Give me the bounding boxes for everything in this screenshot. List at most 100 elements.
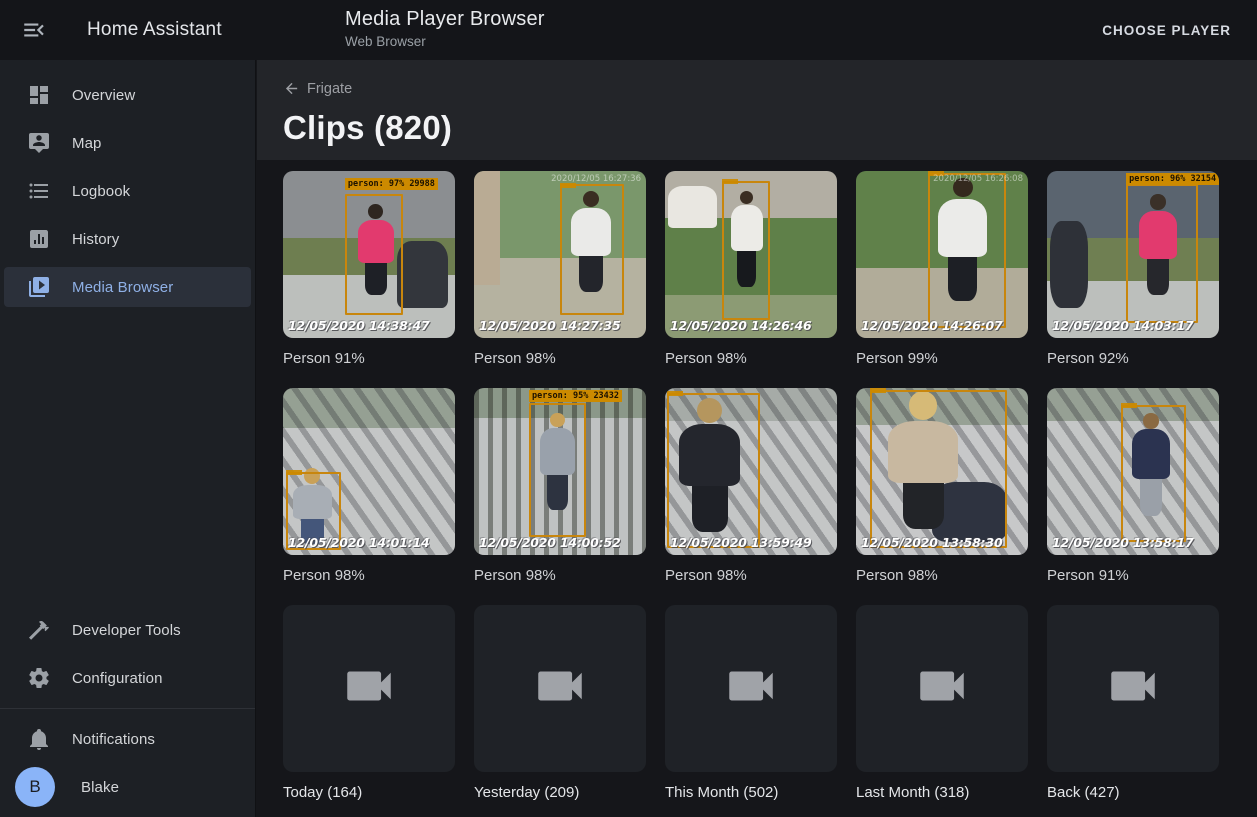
bar-chart-box-icon: [27, 227, 51, 251]
timestamp-overlay: 12/05/2020 13:59:49: [670, 535, 811, 550]
clip-item[interactable]: person: 95% 23432 12/05/2020 14:00:52 Pers…: [474, 388, 646, 584]
timestamp-overlay: 12/05/2020 14:03:17: [1052, 318, 1193, 333]
gear-icon: [27, 666, 51, 690]
sidebar-item-label: Developer Tools: [72, 622, 181, 639]
detection-box: [560, 184, 624, 314]
clip-thumbnail: 12/05/2020 14:26:46: [665, 171, 837, 338]
video-camera-icon: [340, 657, 398, 720]
clip-item[interactable]: 12/05/2020 13:59:49Person 98%: [665, 388, 837, 584]
sidebar-item-configuration[interactable]: Configuration: [4, 658, 251, 698]
sidebar: Overview Map Logbook History Media Browser De…: [0, 60, 256, 817]
detection-box: [722, 181, 770, 320]
clip-item[interactable]: 2020/12/05 16:26:0812/05/2020 14:26:07 Pe…: [856, 171, 1028, 367]
clip-label: Person 91%: [283, 350, 455, 367]
clip-thumbnail: 2020/12/05 16:26:0812/05/2020 14:26:07: [856, 171, 1028, 338]
account-tooltip-icon: [27, 131, 51, 155]
clip-thumbnail: 2020/12/05 16:27:3612/05/2020 14:27:35: [474, 171, 646, 338]
sidebar-toggle-button[interactable]: [21, 17, 47, 43]
sidebar-item-overview[interactable]: Overview: [4, 75, 251, 115]
video-camera-icon: [913, 657, 971, 720]
detection-box-tag: [286, 470, 302, 475]
folder-label: Back (427): [1047, 784, 1219, 801]
clip-item[interactable]: person: 96% 3215412/05/2020 14:03:17Pers…: [1047, 171, 1219, 367]
timestamp-overlay: 12/05/2020 13:58:17: [1052, 535, 1193, 550]
sidebar-item-map[interactable]: Map: [4, 123, 251, 163]
timestamp-overlay: 12/05/2020 14:00:52: [479, 535, 620, 550]
sidebar-item-history[interactable]: History: [4, 219, 251, 259]
folder-item[interactable]: Back (427): [1047, 605, 1219, 801]
detection-box-label: person: 95% 23432: [529, 390, 622, 402]
sidebar-item-logbook[interactable]: Logbook: [4, 171, 251, 211]
sidebar-item-label: Notifications: [72, 731, 155, 748]
clip-thumbnail: 12/05/2020 13:59:49: [665, 388, 837, 555]
clip-item[interactable]: 2020/12/05 16:27:3612/05/2020 14:27:35Pe…: [474, 171, 646, 367]
sidebar-item-notifications[interactable]: Notifications: [4, 719, 251, 759]
clip-thumbnail: 12/05/2020 14:01:14: [283, 388, 455, 555]
folder-label: Today (164): [283, 784, 455, 801]
timestamp-overlay: 12/05/2020 13:58:30: [861, 535, 1002, 550]
arrow-left-icon: [283, 80, 300, 97]
clip-item[interactable]: person: 97% 29988 12/05/2020 14:38:47 Pers…: [283, 171, 455, 367]
folder-item[interactable]: Last Month (318): [856, 605, 1028, 801]
bell-icon: [27, 727, 51, 751]
clip-item[interactable]: 12/05/2020 14:26:46Person 98%: [665, 171, 837, 367]
folder-thumbnail: [283, 605, 455, 772]
folder-label: This Month (502): [665, 784, 837, 801]
clip-thumbnail: 12/05/2020 13:58:30: [856, 388, 1028, 555]
bulleted-list-icon: [27, 179, 51, 203]
media-player-subtitle: Web Browser: [345, 34, 545, 49]
timestamp-overlay: 12/05/2020 14:01:14: [288, 535, 429, 550]
sidebar-item-blake[interactable]: BBlake: [4, 767, 251, 807]
scene-object: [668, 186, 716, 228]
detection-box-tag: [1121, 403, 1137, 408]
folder-thumbnail: [474, 605, 646, 772]
video-camera-icon: [531, 657, 589, 720]
choose-player-button[interactable]: CHOOSE PLAYER: [1096, 15, 1237, 46]
detection-box-tag: [870, 388, 886, 393]
detection-box-tag: [722, 179, 738, 184]
media-player-title: Media Player Browser: [345, 8, 545, 31]
clip-thumbnail: 12/05/2020 13:58:17: [1047, 388, 1219, 555]
folder-item[interactable]: This Month (502): [665, 605, 837, 801]
folder-item[interactable]: Yesterday (209): [474, 605, 646, 801]
sidebar-item-label: History: [72, 231, 119, 248]
sidebar-item-developer-tools[interactable]: Developer Tools: [4, 610, 251, 650]
clip-label: Person 99%: [856, 350, 1028, 367]
folder-label: Yesterday (209): [474, 784, 646, 801]
breadcrumb[interactable]: Frigate: [283, 80, 352, 97]
breadcrumb-label: Frigate: [307, 81, 352, 97]
folder-thumbnail: [665, 605, 837, 772]
sidebar-item-label: Map: [72, 135, 101, 152]
folder-label: Last Month (318): [856, 784, 1028, 801]
media-grid: person: 97% 29988 12/05/2020 14:38:47 Pers…: [283, 171, 1231, 817]
sidebar-footer-pad: [0, 811, 255, 817]
page-title: Clips (820): [283, 109, 1257, 147]
content-header: Frigate Clips (820): [257, 60, 1257, 160]
clip-item[interactable]: 12/05/2020 13:58:17Person 91%: [1047, 388, 1219, 584]
clip-label: Person 98%: [856, 567, 1028, 584]
sidebar-item-label: Logbook: [72, 183, 130, 200]
timestamp-overlay: 12/05/2020 14:38:47: [288, 318, 429, 333]
sidebar-item-label: Configuration: [72, 670, 163, 687]
video-camera-icon: [722, 657, 780, 720]
detection-box-label: person: 97% 29988: [345, 178, 438, 190]
sidebar-spacer: [0, 311, 255, 606]
detection-box: [1126, 184, 1198, 323]
detection-box: [667, 393, 760, 548]
video-camera-icon: [1104, 657, 1162, 720]
timestamp-overlay: 12/05/2020 14:27:35: [479, 318, 620, 333]
folder-item[interactable]: Today (164): [283, 605, 455, 801]
media-player-title-block: Media Player Browser Web Browser: [345, 8, 545, 49]
play-box-multiple-icon: [27, 275, 51, 299]
scene-object: [1050, 221, 1088, 308]
clip-label: Person 98%: [474, 567, 646, 584]
top-app-bar: Home Assistant Media Player Browser Web …: [0, 0, 1257, 60]
clip-item[interactable]: 12/05/2020 14:01:14Person 98%: [283, 388, 455, 584]
sidebar-divider: [0, 708, 255, 709]
clip-item[interactable]: 12/05/2020 13:58:30 Person 98%: [856, 388, 1028, 584]
view-dashboard-icon: [27, 83, 51, 107]
app-title: Home Assistant: [87, 19, 222, 41]
camera-osd-top-timestamp: 2020/12/05 16:26:08: [933, 174, 1023, 184]
sidebar-item-media-browser[interactable]: Media Browser: [4, 267, 251, 307]
folder-thumbnail: [856, 605, 1028, 772]
